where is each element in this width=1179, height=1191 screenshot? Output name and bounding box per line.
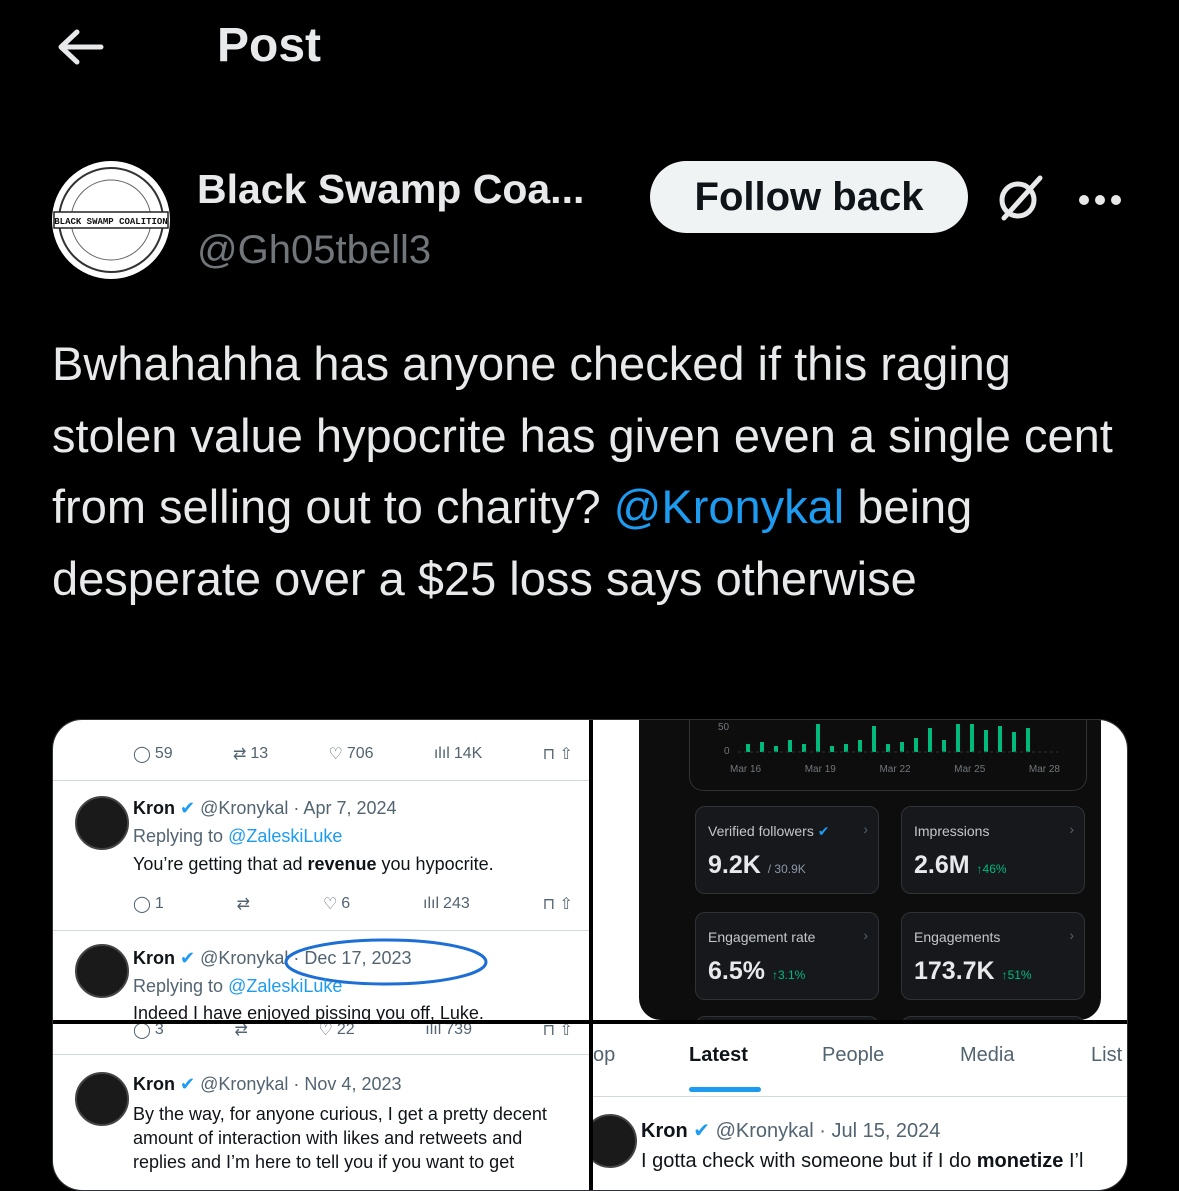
media-image-4[interactable]: op Latest People Media List Kron ✔ @Kron…	[593, 1024, 1127, 1190]
tweet-header: Kron ✔ @Kronykal · Nov 4, 2023	[133, 1074, 402, 1094]
tweet-header: Kron ✔ @Kronykal · Jul 15, 2024	[641, 1120, 941, 1142]
author-handle[interactable]: @Gh05tbell3	[197, 228, 431, 273]
tweet-text: I gotta check with someone but if I do m…	[641, 1150, 1084, 1172]
search-tabs: op Latest People Media List	[593, 1024, 1127, 1092]
tweet-text: You’re getting that ad revenue you hypoc…	[133, 854, 494, 874]
tweet-avatar	[75, 796, 129, 850]
chevron-right-icon: ›	[1069, 821, 1074, 837]
verified-badge-icon: ✔	[817, 823, 830, 839]
followers-chart: 50 0 Mar 16 Mar 19 Mar 22 Mar 25 Mar 28	[689, 720, 1087, 791]
coalition-logo-icon: BLACK SWAMP COALITION	[53, 167, 169, 273]
analytics-panel: 50 0 Mar 16 Mar 19 Mar 22 Mar 25 Mar 28 …	[639, 720, 1101, 1020]
chevron-right-icon: ›	[863, 821, 868, 837]
tweet-actions: ◯ 1 ⇄ ♡ 6 ılıl 243 ⊓ ⇧	[133, 895, 573, 913]
chevron-right-icon: ›	[1069, 927, 1074, 943]
author-avatar[interactable]: BLACK SWAMP COALITION	[52, 161, 170, 279]
more-options-icon[interactable]	[1076, 180, 1124, 220]
media-image-3[interactable]: ◯ 3 ⇄ ♡ 22 ılıl 739 ⊓ ⇧ Kron ✔ @Kronykal…	[53, 1024, 589, 1190]
engagement-rate-card: Engagement rate › 6.5% ↑3.1%	[695, 912, 879, 1000]
views-icon: ılıl 14K	[433, 745, 483, 762]
tweet-text: By the way, for anyone curious, I get a …	[133, 1104, 547, 1172]
author-name[interactable]: Black Swamp Coa...	[197, 166, 584, 213]
bar-series	[738, 724, 1058, 753]
engagements-card: Engagements › 173.7K ↑51%	[901, 912, 1085, 1000]
reply-context: Replying to @ZaleskiLuke	[133, 976, 343, 996]
tweet-actions-top: ◯ 59 ⇄ 13 ♡ 706 ılıl 14K ⊓ ⇧	[133, 744, 573, 764]
tweet-actions-top: ◯ 3 ⇄ ♡ 22 ılıl 739 ⊓ ⇧	[133, 1024, 573, 1039]
reply-context: Replying to @ZaleskiLuke	[133, 826, 343, 846]
tweet-text: Indeed I have enjoyed pissing you off, L…	[133, 1003, 484, 1020]
mention-link[interactable]: @Kronykal	[614, 480, 845, 533]
tweet-avatar	[593, 1114, 637, 1168]
like-icon: ♡ 706	[328, 745, 374, 763]
media-image-2[interactable]: 50 0 Mar 16 Mar 19 Mar 22 Mar 25 Mar 28 …	[593, 720, 1127, 1020]
page-title: Post	[217, 19, 322, 72]
back-arrow-icon[interactable]	[55, 22, 105, 72]
post-text: Bwhahahha has anyone checked if this rag…	[52, 328, 1142, 614]
x-axis-ticks: Mar 16 Mar 19 Mar 22 Mar 25 Mar 28	[730, 764, 1060, 775]
verified-followers-card: Verified followers ✔ › 9.2K / 30.9K	[695, 806, 879, 894]
media-grid[interactable]: ◯ 59 ⇄ 13 ♡ 706 ılıl 14K ⊓ ⇧ Kron ✔ @Kro…	[52, 719, 1128, 1191]
tweet-avatar	[75, 944, 129, 998]
tweet-avatar	[75, 1072, 129, 1126]
impressions-card: Impressions › 2.6M ↑46%	[901, 806, 1085, 894]
media-image-1[interactable]: ◯ 59 ⇄ 13 ♡ 706 ılıl 14K ⊓ ⇧ Kron ✔ @Kro…	[53, 720, 589, 1020]
reply-icon: ◯ 59	[133, 745, 173, 763]
bookmark-share-icons: ⊓ ⇧	[542, 746, 573, 763]
avatar-logo-text: BLACK SWAMP COALITION	[54, 217, 167, 227]
follow-back-button[interactable]: Follow back	[650, 161, 968, 233]
retweet-icon: ⇄ 13	[233, 745, 269, 763]
chevron-right-icon: ›	[863, 927, 868, 943]
tweet-header: Kron ✔ @Kronykal · Apr 7, 2024	[133, 798, 397, 818]
grok-icon[interactable]	[994, 172, 1046, 224]
